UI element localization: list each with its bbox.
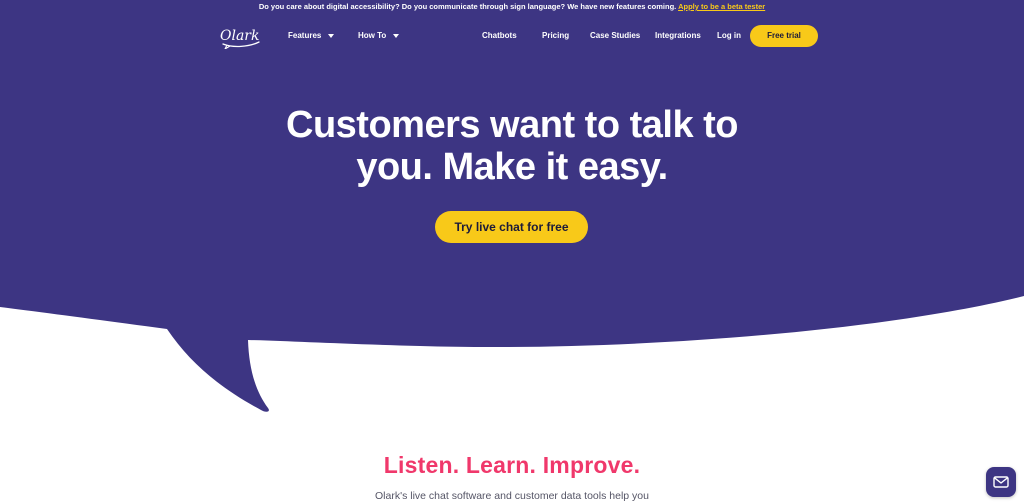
hero-headline-line1: Customers want to talk to [286,104,739,146]
chat-widget-button[interactable] [986,467,1016,497]
nav-chatbots[interactable]: Chatbots [482,28,517,44]
svg-text:Olark: Olark [220,28,259,44]
nav-how-to[interactable]: How To [358,28,400,44]
olark-logo[interactable]: Olark [219,23,263,49]
announcement-text: Do you care about digital accessibility?… [258,2,677,11]
announcement-bar: Do you care about digital accessibility?… [0,0,1024,14]
nav-features-label: Features [288,31,322,40]
nav-features[interactable]: Features [288,28,335,44]
try-live-chat-button[interactable]: Try live chat for free [435,211,588,243]
hero-headline: Customers want to talk to you. Make it e… [212,104,812,188]
hero-background [0,0,1024,412]
nav-case-studies[interactable]: Case Studies [590,28,640,44]
free-trial-button[interactable]: Free trial [750,25,818,47]
beta-tester-link[interactable]: Apply to be a beta tester [678,2,765,11]
hero-headline-line2: you. Make it easy. [356,146,668,188]
nav-integrations[interactable]: Integrations [655,28,701,44]
nav-how-to-label: How To [358,31,387,40]
nav-log-in[interactable]: Log in [717,28,741,44]
main-navigation: Olark Features How To Chatbots Pricing C… [0,14,1024,58]
chevron-down-icon [328,33,335,38]
section-description: Olark's live chat software and customer … [375,490,649,502]
section-title: Listen. Learn. Improve. [383,452,641,478]
nav-pricing[interactable]: Pricing [542,28,569,44]
chevron-down-icon [393,33,400,38]
mail-icon [993,476,1009,488]
